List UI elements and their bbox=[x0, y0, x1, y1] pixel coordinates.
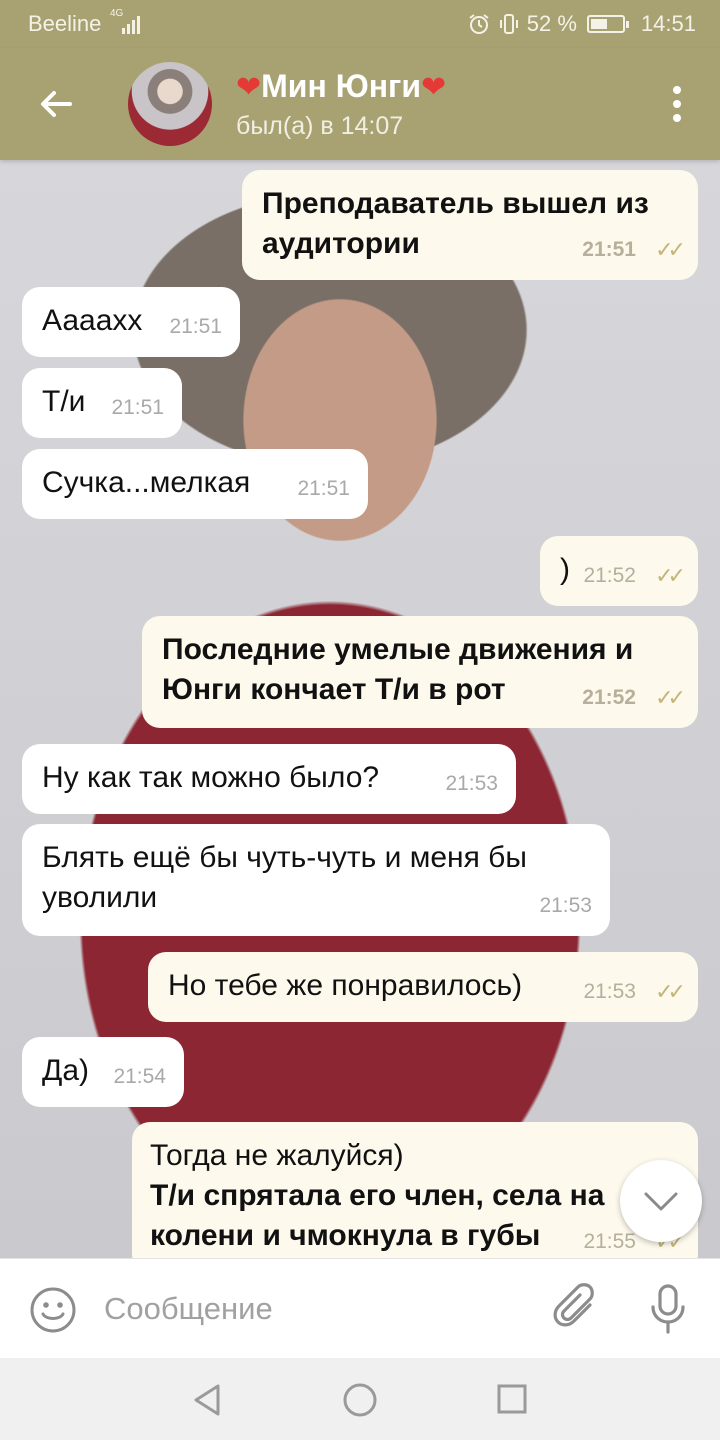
scroll-down-button[interactable] bbox=[620, 1160, 702, 1242]
message-bubble[interactable]: ) 21:52 ✓✓ bbox=[540, 536, 698, 606]
message-time: 21:54 bbox=[113, 1065, 166, 1088]
nav-back-icon[interactable] bbox=[190, 1382, 224, 1418]
message-text: Аааaхх bbox=[42, 304, 143, 337]
message-text: Но тебе же понравилось) bbox=[168, 969, 523, 1002]
nav-home-icon[interactable] bbox=[342, 1382, 378, 1418]
message-composer bbox=[0, 1258, 720, 1358]
carrier-name: Beeline bbox=[28, 11, 102, 36]
read-ticks-icon: ✓✓ bbox=[655, 237, 686, 262]
message-text: Ну как так можно было? bbox=[42, 761, 380, 794]
message-time: 21:51 bbox=[297, 477, 350, 500]
alarm-icon bbox=[469, 14, 489, 34]
status-bar: Beeline 4G 52 % 14:51 bbox=[0, 0, 720, 48]
message-time: 21:51 bbox=[582, 238, 636, 261]
microphone-icon[interactable] bbox=[648, 1283, 688, 1337]
read-ticks-icon: ✓✓ bbox=[655, 563, 686, 588]
message-bubble[interactable]: Блять ещё бы чуть-чуть и меня бы уволили… bbox=[22, 824, 610, 936]
more-options-icon[interactable] bbox=[672, 86, 682, 122]
message-bubble[interactable]: Да) 21:54 bbox=[22, 1037, 184, 1107]
message-text: Последние умелые движения и Юнги кончает… bbox=[162, 633, 634, 706]
message-bubble[interactable]: Сучка...мелкая 21:51 bbox=[22, 449, 368, 519]
back-arrow-icon[interactable] bbox=[36, 84, 76, 124]
message-time: 21:52 bbox=[582, 686, 636, 709]
heart-icon: ❤ bbox=[421, 71, 447, 104]
message-time: 21:51 bbox=[111, 396, 164, 419]
clock: 14:51 bbox=[640, 11, 696, 36]
message-bubble[interactable]: Преподаватель вышел из аудитории 21:51 ✓… bbox=[242, 170, 698, 280]
read-ticks-icon: ✓✓ bbox=[655, 979, 686, 1004]
read-ticks-icon: ✓✓ bbox=[655, 685, 686, 710]
message-time: 21:52 bbox=[583, 564, 636, 587]
message-text: ) bbox=[560, 553, 570, 586]
message-bubble[interactable]: Ну как так можно было? 21:53 bbox=[22, 744, 516, 814]
message-bubble[interactable]: Аааaхх 21:51 bbox=[22, 287, 240, 357]
signal-icon bbox=[122, 14, 146, 34]
emoji-icon[interactable] bbox=[28, 1285, 78, 1335]
battery-percent: 52 % bbox=[526, 11, 577, 36]
contact-name[interactable]: ❤Мин Юнги❤ bbox=[236, 68, 446, 105]
battery-icon bbox=[586, 15, 629, 33]
chevron-down-icon bbox=[644, 1192, 678, 1211]
vibrate-icon bbox=[499, 14, 518, 34]
message-time: 21:53 bbox=[445, 772, 498, 795]
heart-icon: ❤ bbox=[236, 71, 262, 104]
message-time: 21:53 bbox=[583, 980, 636, 1003]
chat-header: ❤Мин Юнги❤ был(а) в 14:07 bbox=[0, 48, 720, 160]
contact-name-text: Мин Юнги bbox=[261, 68, 422, 104]
message-bubble[interactable]: Тогда не жалуйся) Т/и спрятала его член,… bbox=[132, 1122, 698, 1258]
contact-avatar[interactable] bbox=[128, 62, 212, 146]
message-text: Тогда не жалуйся) bbox=[150, 1139, 404, 1172]
nav-recents-icon[interactable] bbox=[496, 1382, 528, 1416]
message-bubble[interactable]: Последние умелые движения и Юнги кончает… bbox=[142, 616, 698, 728]
message-time: 21:55 bbox=[583, 1230, 636, 1253]
message-bubble[interactable]: Но тебе же понравилось) 21:53 ✓✓ bbox=[148, 952, 698, 1022]
message-text: Сучка...мелкая bbox=[42, 466, 251, 499]
message-text: Блять ещё бы чуть-чуть и меня бы уволили bbox=[42, 841, 527, 914]
message-time: 21:53 bbox=[539, 894, 592, 917]
paperclip-icon[interactable] bbox=[552, 1283, 602, 1335]
system-nav-bar bbox=[0, 1358, 720, 1440]
message-text: Т/и bbox=[42, 385, 86, 418]
message-input[interactable] bbox=[104, 1287, 524, 1331]
message-bubble[interactable]: Т/и 21:51 bbox=[22, 368, 182, 438]
last-seen-status: был(а) в 14:07 bbox=[236, 112, 404, 140]
message-list[interactable]: Преподаватель вышел из аудитории 21:51 ✓… bbox=[0, 160, 720, 1258]
message-time: 21:51 bbox=[169, 315, 222, 338]
message-text: Да) bbox=[42, 1054, 89, 1087]
